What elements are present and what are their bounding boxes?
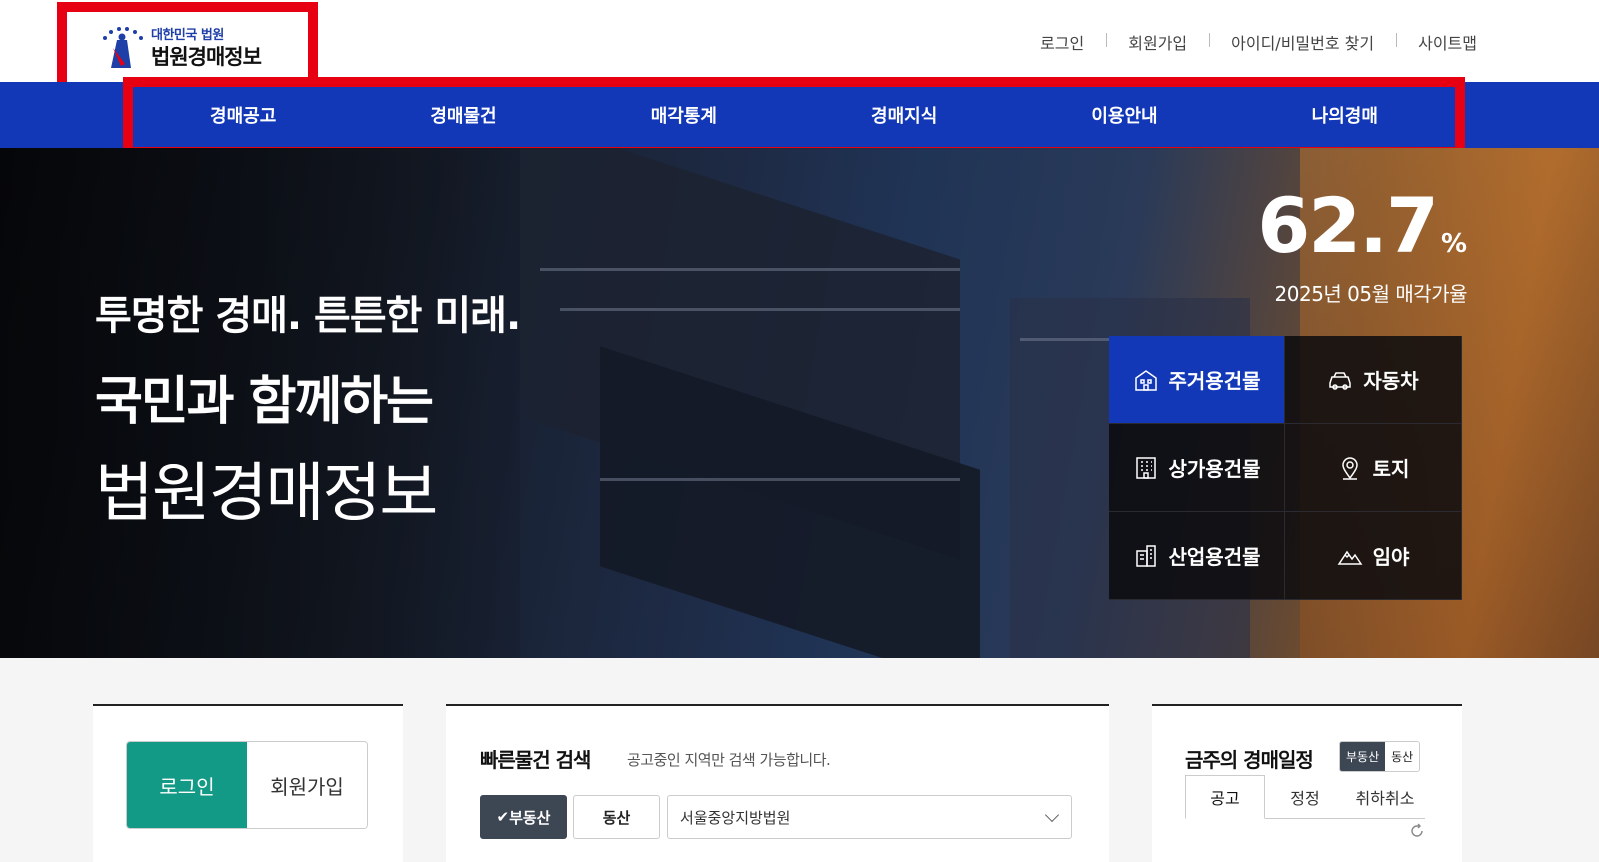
login-segment: 로그인 회원가입 [126, 741, 368, 829]
category-label: 주거용건물 [1168, 369, 1261, 393]
category-label: 산업용건물 [1168, 545, 1261, 569]
refresh-icon[interactable] [1409, 823, 1425, 839]
site-logo[interactable]: 대한민국 법원 법원경매정보 [97, 24, 262, 71]
util-signup-link[interactable]: 회원가입 [1106, 30, 1209, 54]
quick-search-subtitle: 공고중인 지역만 검색 가능합니다. [627, 751, 831, 769]
category-industrial-button[interactable]: 산업용건물 [1109, 512, 1285, 600]
util-find-account-link[interactable]: 아이디/비밀번호 찾기 [1209, 30, 1396, 54]
signup-button[interactable]: 회원가입 [247, 742, 367, 828]
tab-correction[interactable]: 정정 [1265, 775, 1345, 819]
tab-withdrawal[interactable]: 취하취소 [1345, 775, 1425, 819]
weekly-schedule-panel: 금주의 경매일정 부동산 동산 공고 정정 취하취소 [1152, 704, 1462, 862]
logo-text: 대한민국 법원 법원경매정보 [151, 24, 262, 71]
sale-rate-label: 2025년 05월 매각가율 [1274, 282, 1468, 306]
schedule-tabs: 공고 정정 취하취소 [1185, 775, 1425, 819]
main-nav: 경매공고 경매물건 매각통계 경매지식 이용안내 나의경매 [133, 87, 1455, 147]
util-login-link[interactable]: 로그인 [1018, 30, 1106, 54]
court-select[interactable]: 서울중앙지방법원 [667, 795, 1072, 839]
court-emblem-icon [97, 26, 145, 70]
court-select-value: 서울중앙지방법원 [680, 808, 791, 827]
category-forest-button[interactable]: 임야 [1285, 512, 1462, 600]
logo-highlight-box[interactable]: 대한민국 법원 법원경매정보 [57, 2, 318, 82]
category-label: 임야 [1372, 545, 1410, 569]
sale-rate-stat: 62.7% 2025년 05월 매각가율 [1257, 188, 1467, 307]
quick-search-panel: 빠른물건 검색 공고중인 지역만 검색 가능합니다. ✔ 부동산 동산 서울중앙지… [446, 704, 1109, 862]
residential-building-icon [1134, 369, 1157, 391]
category-land-button[interactable]: 토지 [1285, 424, 1462, 512]
real-estate-label: 부동산 [509, 808, 551, 827]
check-icon: ✔ [496, 808, 510, 826]
sale-rate-unit: % [1440, 229, 1467, 259]
category-residential-button[interactable]: 주거용건물 [1109, 336, 1285, 424]
quick-search-title: 빠른물건 검색 [480, 748, 591, 772]
commercial-building-icon [1135, 456, 1156, 479]
hero-line-2: 국민과 함께하는 [95, 372, 434, 432]
schedule-movable-toggle[interactable]: 동산 [1385, 742, 1420, 771]
nav-item-auction-items[interactable]: 경매물건 [353, 87, 573, 147]
movable-filter-button[interactable]: 동산 [573, 795, 660, 839]
category-commercial-button[interactable]: 상가용건물 [1109, 424, 1285, 512]
hero-slogan: 투명한 경매. 튼튼한 미래. 국민과 함께하는 법원경매정보 [95, 283, 521, 534]
utility-links: 로그인 회원가입 아이디/비밀번호 찾기 사이트맵 [1018, 30, 1477, 54]
logo-title: 법원경매정보 [151, 45, 262, 69]
schedule-type-toggle: 부동산 동산 [1339, 741, 1421, 772]
nav-item-my-auction[interactable]: 나의경매 [1235, 87, 1455, 147]
car-icon [1329, 371, 1352, 390]
mountain-icon [1337, 550, 1362, 565]
nav-item-auction-notice[interactable]: 경매공고 [133, 87, 353, 147]
schedule-title: 금주의 경매일정 [1185, 748, 1314, 772]
util-sitemap-link[interactable]: 사이트맵 [1396, 30, 1477, 54]
hero-line-3: 법원경매정보 [95, 457, 438, 531]
property-category-grid: 주거용건물 자동차 상가용건물 토지 산업용건물 임야 [1109, 336, 1462, 600]
category-label: 토지 [1372, 457, 1410, 481]
nav-item-usage-guide[interactable]: 이용안내 [1014, 87, 1234, 147]
sale-rate-value: 62.7 [1257, 181, 1439, 270]
real-estate-filter-button[interactable]: ✔ 부동산 [480, 795, 567, 839]
hero-banner: 투명한 경매. 튼튼한 미래. 국민과 함께하는 법원경매정보 62.7% 20… [0, 148, 1599, 658]
tab-notice[interactable]: 공고 [1185, 775, 1265, 819]
hero-line-1: 투명한 경매. 튼튼한 미래. [95, 293, 521, 339]
category-label: 자동차 [1363, 369, 1419, 393]
login-panel: 로그인 회원가입 [93, 704, 403, 862]
category-label: 상가용건물 [1168, 457, 1261, 481]
nav-item-sale-statistics[interactable]: 매각통계 [574, 87, 794, 147]
nav-item-auction-knowledge[interactable]: 경매지식 [794, 87, 1014, 147]
category-car-button[interactable]: 자동차 [1285, 336, 1462, 424]
chevron-down-icon [1044, 807, 1060, 823]
industrial-building-icon [1135, 544, 1156, 567]
schedule-real-estate-toggle[interactable]: 부동산 [1340, 742, 1386, 771]
login-button[interactable]: 로그인 [127, 742, 247, 828]
location-pin-icon [1341, 456, 1358, 480]
